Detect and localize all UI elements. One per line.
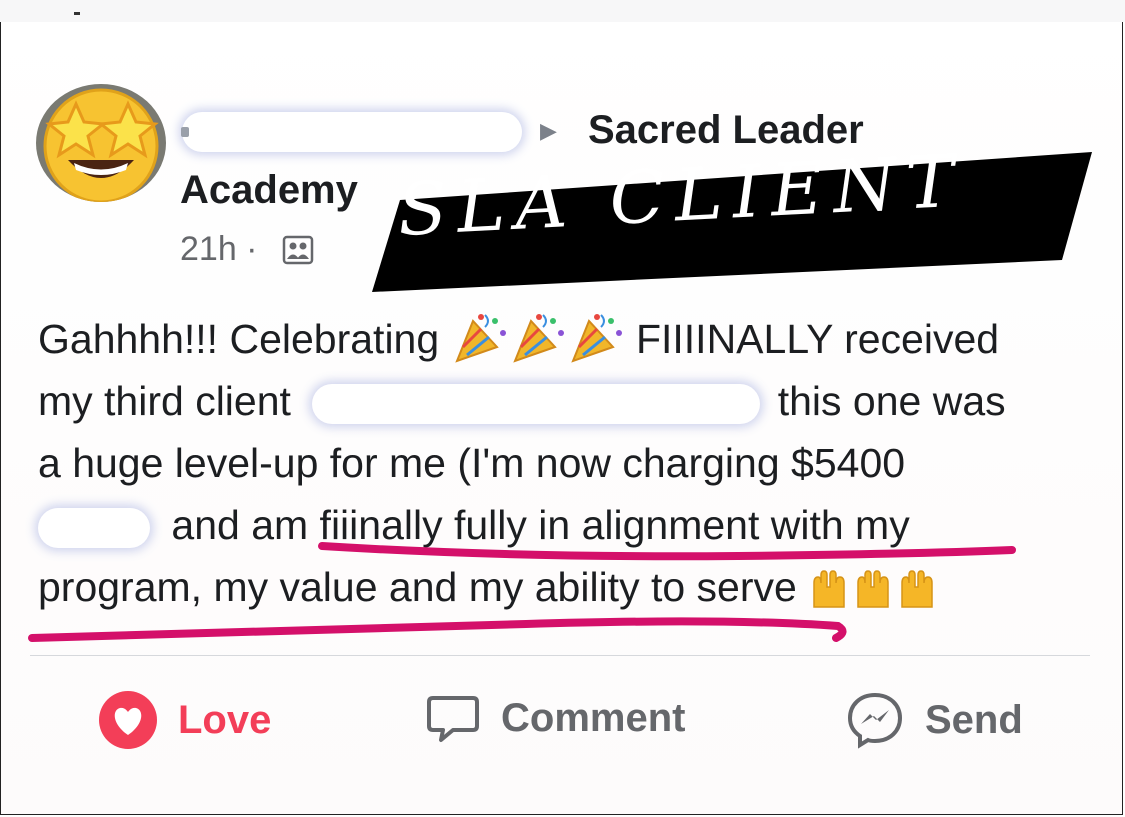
comment-label: Comment bbox=[501, 695, 686, 740]
comment-button[interactable]: Comment bbox=[425, 690, 685, 746]
group-name-line2[interactable]: Academy bbox=[180, 168, 358, 213]
redacted-client bbox=[312, 384, 761, 425]
party-popper-icons bbox=[451, 314, 636, 363]
post-text-line5: program, my value and my ability to serv… bbox=[38, 564, 797, 610]
redacted-fragment bbox=[38, 508, 150, 549]
top-strip bbox=[0, 0, 1125, 22]
group-audience-icon bbox=[282, 235, 314, 265]
messenger-icon bbox=[847, 692, 903, 749]
highlight-underline-2 bbox=[28, 617, 847, 642]
love-button[interactable]: Love bbox=[98, 690, 271, 750]
post-text-line1-start: Gahhhh!!! Celebrating bbox=[38, 316, 440, 362]
send-button[interactable]: Send bbox=[845, 690, 1023, 750]
post-text-line3: a huge level-up for me (I'm now charging… bbox=[38, 440, 906, 486]
party-popper-icon bbox=[512, 314, 564, 363]
party-popper-icon bbox=[454, 314, 506, 363]
post-text-line1-end: FIIIINALLY received bbox=[635, 316, 1000, 362]
highlight-underline-1 bbox=[318, 542, 1016, 561]
love-label: Love bbox=[178, 697, 272, 742]
speech-bubble-icon bbox=[427, 696, 479, 742]
heart-icon bbox=[99, 691, 157, 749]
star-struck-emoji-icon bbox=[36, 84, 166, 202]
avatar[interactable] bbox=[36, 84, 166, 202]
top-mark bbox=[74, 12, 80, 15]
post-text-line2-start: my third client bbox=[38, 378, 291, 424]
redacted-name bbox=[182, 112, 522, 152]
timestamp[interactable]: 21h · bbox=[180, 230, 258, 269]
post-text-line2-end: this one was bbox=[777, 378, 1006, 424]
triangle-right-icon: ▶ bbox=[540, 118, 557, 143]
actions-divider bbox=[30, 655, 1090, 656]
send-label: Send bbox=[925, 697, 1023, 742]
party-popper-icon bbox=[570, 314, 622, 363]
raising-hands-icons bbox=[808, 564, 940, 610]
name-fragment bbox=[181, 127, 189, 137]
